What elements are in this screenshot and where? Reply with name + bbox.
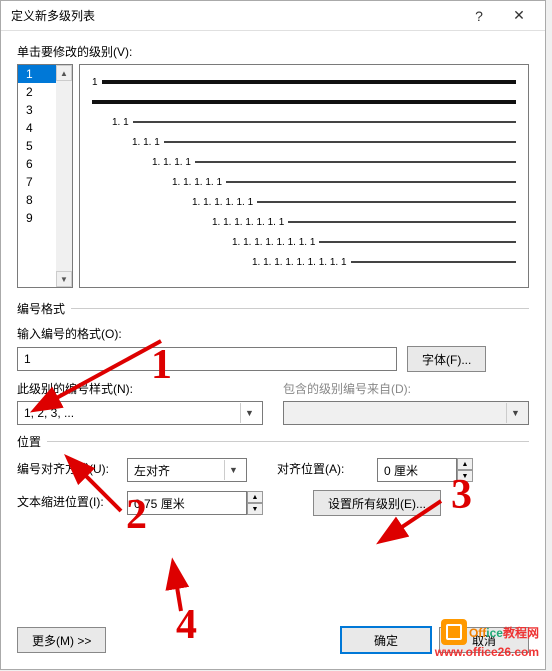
chevron-down-icon: ▼ — [240, 403, 258, 423]
watermark-brand: 教程网 — [503, 626, 539, 640]
preview-row: 1. 1. 1. 1. 1. 1. 1. 1 — [92, 235, 516, 249]
logo-icon — [441, 619, 467, 645]
preview-line — [226, 181, 516, 183]
ok-button[interactable]: 确定 — [341, 627, 431, 653]
define-multilevel-list-dialog: 定义新多级列表 ? ✕ 单击要修改的级别(V): 123456789 ▲ ▼ 1… — [0, 0, 546, 670]
preview-row: 1. 1. 1 — [92, 135, 516, 149]
preview-number: 1. 1. 1. 1 — [152, 157, 191, 168]
preview-row: 1 — [92, 75, 516, 89]
preview-number: 1. 1. 1. 1. 1. 1 — [192, 197, 253, 208]
number-format-input[interactable] — [17, 347, 397, 371]
preview-number: 1 — [92, 77, 98, 88]
spin-up-icon[interactable]: ▲ — [457, 458, 473, 470]
preview-line — [351, 261, 516, 263]
preview-line — [164, 141, 516, 143]
align-select[interactable]: 左对齐 ▼ — [127, 458, 247, 482]
scroll-down-icon[interactable]: ▼ — [56, 271, 72, 287]
align-label: 编号对齐方式(U): — [17, 460, 117, 477]
preview-number: 1. 1. 1. 1. 1. 1. 1 — [212, 217, 284, 228]
preview-number: 1. 1. 1. 1. 1. 1. 1. 1. 1 — [252, 257, 347, 268]
number-style-label: 此级别的编号样式(N): — [17, 380, 263, 397]
chevron-down-icon: ▼ — [224, 460, 242, 480]
include-level-select: ▼ — [283, 401, 529, 425]
preview-row: 1. 1. 1. 1. 1. 1. 1 — [92, 215, 516, 229]
spin-down-icon[interactable]: ▼ — [457, 470, 473, 482]
include-level-label: 包含的级别编号来自(D): — [283, 380, 529, 397]
chevron-down-icon: ▼ — [506, 403, 524, 423]
preview-number: 1. 1 — [112, 117, 129, 128]
number-style-select[interactable]: 1, 2, 3, ... ▼ — [17, 401, 263, 425]
help-button[interactable]: ? — [459, 2, 499, 30]
preview-line — [92, 100, 516, 104]
font-button[interactable]: 字体(F)... — [407, 346, 486, 372]
preview-row: 1. 1. 1. 1. 1. 1. 1. 1. 1 — [92, 255, 516, 269]
preview-line — [195, 161, 516, 163]
text-indent-spinner[interactable]: ▲ ▼ — [127, 491, 263, 515]
scroll-up-icon[interactable]: ▲ — [56, 65, 72, 81]
titlebar: 定义新多级列表 ? ✕ — [1, 1, 545, 31]
align-position-input[interactable] — [377, 458, 457, 482]
watermark: Office教程网 www.office26.com — [435, 619, 539, 659]
preview-line — [133, 121, 516, 123]
set-all-levels-button[interactable]: 设置所有级别(E)... — [313, 490, 441, 516]
preview-line — [288, 221, 516, 223]
levels-label: 单击要修改的级别(V): — [17, 43, 529, 60]
preview-line — [319, 241, 516, 243]
dialog-title: 定义新多级列表 — [11, 7, 459, 24]
preview-row: 1. 1 — [92, 115, 516, 129]
text-indent-input[interactable] — [127, 491, 247, 515]
preview-number: 1. 1. 1. 1. 1 — [172, 177, 222, 188]
preview-row: 1. 1. 1. 1. 1. 1 — [92, 195, 516, 209]
level-scrollbar[interactable]: ▲ ▼ — [56, 65, 72, 287]
level-listbox[interactable]: 123456789 ▲ ▼ — [17, 64, 73, 288]
close-button[interactable]: ✕ — [499, 2, 539, 30]
spin-down-icon[interactable]: ▼ — [247, 503, 263, 515]
position-group-title: 位置 — [17, 433, 41, 450]
more-button[interactable]: 更多(M) >> — [17, 627, 106, 653]
indent-label: 文本缩进位置(I): — [17, 493, 117, 510]
preview-number: 1. 1. 1 — [132, 137, 160, 148]
preview-row: 1. 1. 1. 1 — [92, 155, 516, 169]
number-style-value: 1, 2, 3, ... — [24, 406, 240, 420]
format-group-title: 编号格式 — [17, 300, 65, 317]
align-position-spinner[interactable]: ▲ ▼ — [377, 458, 473, 482]
preview-line — [257, 201, 516, 203]
align-value: 左对齐 — [134, 462, 224, 479]
preview-line — [102, 80, 516, 84]
preview-pane: 1 1. 11. 1. 1 1. 1. 1. 1 1. 1. 1. 1. 1 1. 1.… — [79, 64, 529, 288]
watermark-url: www.office26.com — [435, 645, 539, 659]
preview-row: 1. 1. 1. 1. 1 — [92, 175, 516, 189]
spin-up-icon[interactable]: ▲ — [247, 491, 263, 503]
dialog-body: 单击要修改的级别(V): 123456789 ▲ ▼ 11. 11. 1. 11… — [1, 31, 545, 536]
preview-number: 1. 1. 1. 1. 1. 1. 1. 1 — [232, 237, 315, 248]
format-label: 输入编号的格式(O): — [17, 325, 529, 342]
align-pos-label: 对齐位置(A): — [277, 460, 367, 477]
preview-row — [92, 95, 516, 109]
